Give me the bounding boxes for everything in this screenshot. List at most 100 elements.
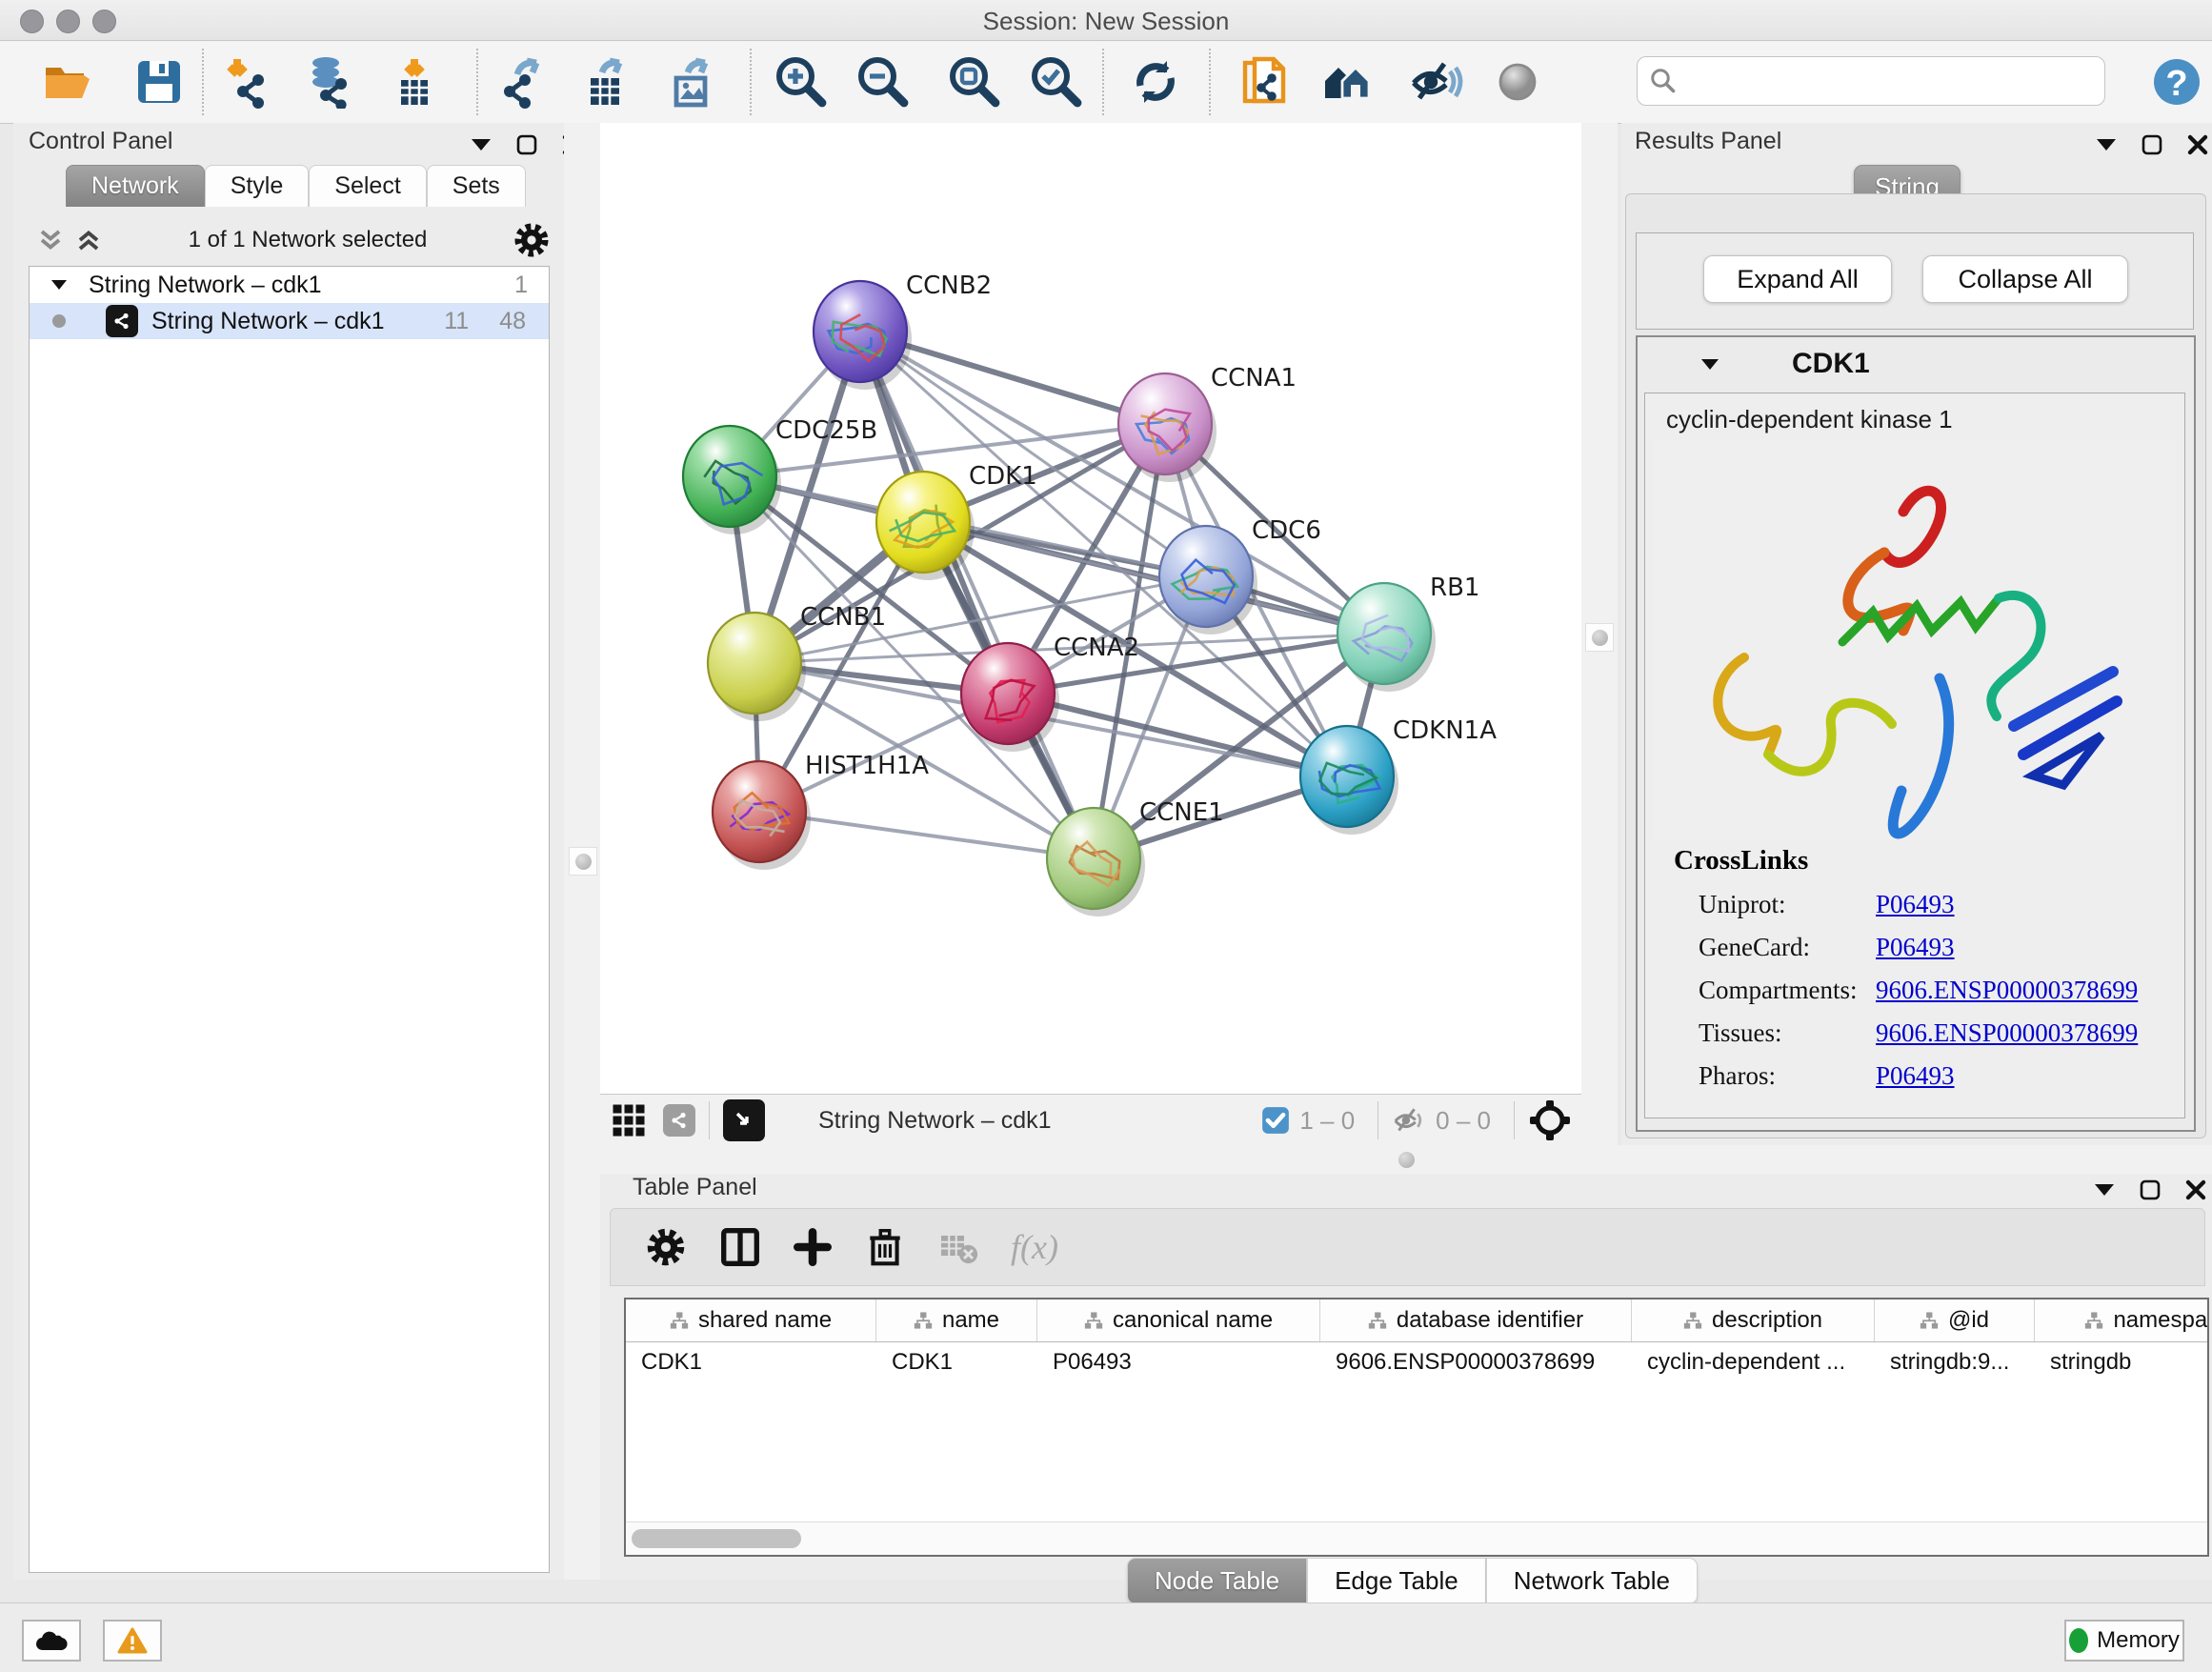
crosslink-link[interactable]: P06493 — [1876, 890, 1955, 919]
birds-eye-view-icon[interactable] — [723, 1099, 765, 1141]
tab-select[interactable]: Select — [309, 165, 426, 207]
tab-network[interactable]: Network — [66, 165, 205, 207]
panel-menu-icon[interactable] — [2096, 138, 2117, 151]
tab-network-table[interactable]: Network Table — [1486, 1558, 1698, 1604]
viewbar-separator — [1514, 1101, 1515, 1139]
zoom-out-button[interactable] — [855, 54, 911, 110]
eye-slash-icon — [1408, 54, 1463, 110]
collapse-all-icon[interactable] — [36, 226, 65, 254]
viewbar-separator — [1377, 1101, 1378, 1139]
gene-section-header[interactable]: CDK1 — [1638, 337, 2194, 391]
table-horizontal-scrollbar[interactable] — [626, 1521, 2207, 1555]
export-table-button[interactable] — [578, 54, 633, 110]
help-button[interactable]: ? — [2149, 54, 2204, 110]
network-collection-row[interactable]: String Network – cdk1 1 — [30, 267, 549, 303]
column-header-databaseidentifier[interactable]: database identifier — [1320, 1299, 1632, 1341]
zoom-selected-button[interactable] — [1029, 54, 1084, 110]
scrollbar-thumb[interactable] — [632, 1529, 801, 1548]
table-settings-gear-icon[interactable] — [645, 1226, 687, 1268]
table-row[interactable]: CDK1CDK1P064939606.ENSP00000378699cyclin… — [626, 1342, 2207, 1384]
gear-icon[interactable] — [513, 221, 551, 259]
horizontal-splitter-handle[interactable] — [1398, 1152, 1415, 1168]
crosslink-link[interactable]: 9606.ENSP00000378699 — [1876, 1018, 2138, 1048]
float-panel-icon[interactable] — [2140, 1179, 2161, 1200]
node-label: CCNB1 — [800, 603, 886, 632]
add-column-icon[interactable] — [794, 1228, 832, 1266]
network-view-icon[interactable] — [663, 1104, 695, 1137]
network-selection-status: 1 of 1 Network selected — [103, 227, 513, 253]
save-session-button[interactable] — [131, 54, 187, 110]
network-node-rb1: RB1 — [1337, 574, 1479, 692]
search-field-container — [1637, 56, 2105, 106]
memory-button[interactable]: Memory — [2064, 1620, 2184, 1662]
column-header-description[interactable]: description — [1632, 1299, 1875, 1341]
apply-layout-button[interactable] — [1128, 54, 1183, 110]
hide-selected-button[interactable] — [1408, 54, 1463, 110]
column-header-sharedname[interactable]: shared name — [626, 1299, 876, 1341]
cloud-status-button[interactable] — [22, 1620, 81, 1662]
crosslink-link[interactable]: P06493 — [1876, 933, 1955, 962]
export-network-button[interactable] — [497, 54, 553, 110]
zoom-in-button[interactable] — [774, 54, 829, 110]
expand-all-icon[interactable] — [74, 226, 103, 254]
gene-expander-icon[interactable] — [1700, 358, 1719, 371]
delete-column-icon[interactable] — [864, 1226, 906, 1268]
open-session-button[interactable] — [40, 54, 95, 110]
column-header-namespace[interactable]: namespace — [2035, 1299, 2209, 1341]
left-splitter-handle[interactable] — [569, 847, 597, 876]
close-panel-icon[interactable] — [2187, 134, 2208, 155]
search-input[interactable] — [1685, 67, 2104, 95]
tab-node-table[interactable]: Node Table — [1127, 1558, 1307, 1604]
node-table[interactable]: shared namenamecanonical namedatabase id… — [624, 1298, 2209, 1557]
selected-checkbox-icon[interactable] — [1261, 1106, 1290, 1135]
left-splitter[interactable] — [564, 123, 600, 1580]
right-splitter[interactable] — [1581, 123, 1618, 1145]
collapse-all-button[interactable]: Collapse All — [1922, 255, 2128, 303]
network-edge-count: 48 — [499, 308, 526, 335]
table-tabs: Node TableEdge TableNetwork Table — [1127, 1558, 1698, 1604]
panel-menu-icon[interactable] — [2094, 1183, 2115, 1197]
table-cell: CDK1 — [626, 1342, 876, 1384]
column-type-icon — [914, 1311, 933, 1330]
horizontal-splitter[interactable] — [600, 1145, 2212, 1174]
column-type-icon — [1920, 1311, 1939, 1330]
crosslink-link[interactable]: 9606.ENSP00000378699 — [1876, 976, 2138, 1005]
search-icon — [1649, 67, 1678, 95]
crosslink-row: Compartments:9606.ENSP00000378699 — [1699, 976, 2184, 1005]
node-label: CCNB2 — [906, 272, 992, 300]
show-columns-icon[interactable] — [719, 1226, 761, 1268]
crosslink-row: Uniprot:P06493 — [1699, 890, 2184, 919]
crosslinks-section: CrossLinks Uniprot:P06493GeneCard:P06493… — [1645, 845, 2184, 1091]
results-panel-title: Results Panel — [1635, 128, 1781, 155]
column-header-canonicalname[interactable]: canonical name — [1037, 1299, 1320, 1341]
show-all-networks-button[interactable] — [1319, 54, 1375, 110]
collection-expander-icon[interactable] — [50, 279, 68, 291]
import-network-button[interactable] — [221, 54, 276, 110]
network-from-document-button[interactable] — [1238, 54, 1294, 110]
grid-view-icon[interactable] — [612, 1103, 646, 1138]
houses-icon — [1319, 54, 1375, 110]
column-header-name[interactable]: name — [876, 1299, 1037, 1341]
pan-crosshair-icon[interactable] — [1528, 1098, 1572, 1142]
tab-edge-table[interactable]: Edge Table — [1307, 1558, 1486, 1604]
tab-style[interactable]: Style — [205, 165, 310, 207]
network-row-selected[interactable]: String Network – cdk1 11 48 — [30, 303, 549, 339]
panel-menu-icon[interactable] — [471, 138, 492, 151]
zoom-fit-button[interactable] — [947, 54, 1002, 110]
column-header-id[interactable]: @id — [1875, 1299, 2035, 1341]
close-panel-icon[interactable] — [2185, 1179, 2206, 1200]
right-splitter-handle[interactable] — [1585, 623, 1614, 652]
export-image-button[interactable] — [664, 54, 719, 110]
import-table-button[interactable] — [387, 54, 442, 110]
crosslink-link[interactable]: P06493 — [1876, 1061, 1955, 1091]
network-selection-row: 1 of 1 Network selected — [23, 218, 556, 262]
warnings-button[interactable] — [103, 1620, 162, 1662]
import-network-icon — [222, 55, 275, 109]
float-panel-icon[interactable] — [516, 134, 537, 155]
network-canvas[interactable]: CCNB2CCNA1CDC25BCDK1CDC6RB1CCNB1CCNA2CDK… — [600, 123, 1581, 1094]
expand-all-button[interactable]: Expand All — [1703, 255, 1892, 303]
import-network-from-database-button[interactable] — [302, 54, 357, 110]
tab-sets[interactable]: Sets — [427, 165, 526, 207]
float-panel-icon[interactable] — [2142, 134, 2162, 155]
show-hidden-button[interactable] — [1490, 54, 1545, 110]
